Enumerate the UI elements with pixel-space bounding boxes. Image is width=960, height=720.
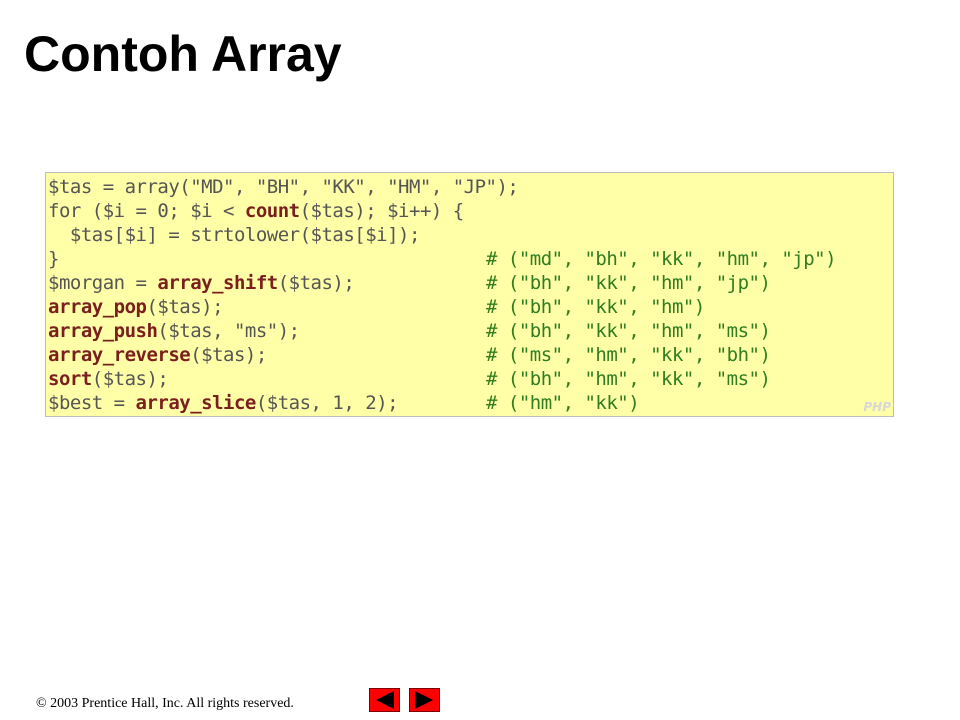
code-comment: # ("bh", "kk", "hm", "jp") — [486, 272, 771, 294]
code-line-3: $tas[$i] = strtolower($tas[$i]); — [48, 223, 421, 247]
code-line-6: array_pop($tas); — [48, 295, 224, 319]
code-comment: # ("bh", "kk", "hm", "ms") — [486, 320, 771, 342]
code-comment: # ("hm", "kk") — [486, 392, 640, 414]
next-slide-button[interactable] — [409, 688, 440, 712]
code-line-4: } — [48, 247, 59, 271]
code-line-10: $best = array_slice($tas, 1, 2); — [48, 391, 399, 415]
code-line-1: $tas = array("MD", "BH", "KK", "HM", "JP… — [48, 175, 519, 199]
code-line-2: for ($i = 0; $i < count($tas); $i++) { — [48, 199, 464, 223]
code-text: ($tas); — [277, 272, 355, 294]
code-keyword: sort — [48, 368, 92, 390]
right-triangle-icon — [415, 691, 433, 709]
code-comment: # ("ms", "hm", "kk", "bh") — [486, 344, 771, 366]
code-comment: # ("bh", "kk", "hm") — [486, 296, 705, 318]
code-comment: # ("bh", "hm", "kk", "ms") — [486, 368, 771, 390]
code-keyword: array_slice — [135, 392, 257, 414]
code-block: $tas = array("MD", "BH", "KK", "HM", "JP… — [45, 172, 894, 417]
code-keyword: count — [244, 200, 300, 222]
copyright-footer: © 2003 Prentice Hall, Inc. All rights re… — [36, 696, 294, 711]
code-keyword: array_shift — [157, 272, 278, 294]
code-text: ($tas); $i++) { — [299, 200, 465, 222]
code-text: ($tas, 1, 2); — [255, 392, 399, 414]
code-text: $morgan = — [48, 272, 158, 294]
code-line-8: array_reverse($tas); — [48, 343, 267, 367]
previous-slide-button[interactable] — [369, 688, 400, 712]
code-text: } — [48, 248, 59, 270]
code-line-7: array_push($tas, "ms"); — [48, 319, 300, 343]
code-text: $tas = array("MD", "BH", "KK", "HM", "JP… — [48, 176, 519, 198]
code-keyword: array_reverse — [48, 344, 191, 366]
code-text: ($tas); — [91, 368, 169, 390]
left-triangle-icon — [376, 691, 394, 709]
code-comment: # ("md", "bh", "kk", "hm", "jp") — [486, 248, 837, 270]
code-keyword: array_push — [48, 320, 158, 342]
code-text: $tas[$i] = strtolower($tas[$i]); — [48, 224, 421, 246]
code-text: ($tas); — [190, 344, 267, 366]
code-line-5: $morgan = array_shift($tas); — [48, 271, 355, 295]
code-text: ($tas, "ms"); — [157, 320, 300, 342]
php-language-tag: PHP — [863, 400, 891, 414]
code-keyword: array_pop — [48, 296, 147, 318]
code-line-9: sort($tas); — [48, 367, 169, 391]
slide-title: Contoh Array — [24, 26, 342, 82]
code-text: ($tas); — [146, 296, 224, 318]
code-text: for ($i = 0; $i < — [48, 200, 245, 222]
code-text: $best = — [48, 392, 136, 414]
